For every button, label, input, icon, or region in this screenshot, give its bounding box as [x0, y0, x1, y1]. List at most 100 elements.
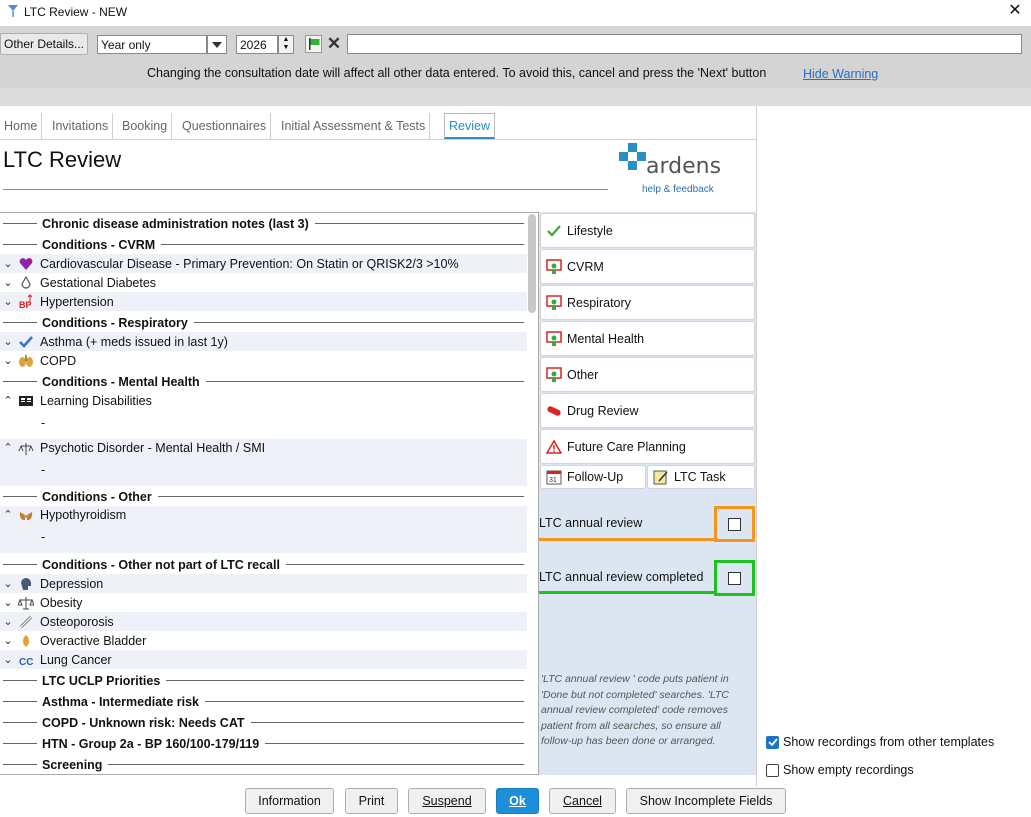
- show-other-templates-checkbox[interactable]: [766, 735, 779, 749]
- section-mental-health: Conditions - Mental Health: [42, 374, 200, 389]
- section-uclp-priorities: LTC UCLP Priorities: [42, 673, 161, 688]
- list-item-label: Depression: [40, 576, 104, 591]
- nav-lifestyle-button[interactable]: Lifestyle: [540, 213, 755, 248]
- nav-drug-review-button[interactable]: Drug Review: [540, 393, 755, 428]
- other-details-button[interactable]: Other Details...: [0, 33, 88, 55]
- ardens-logo[interactable]: ardens help & feedback: [616, 142, 724, 198]
- chevron-down-icon[interactable]: ⌄: [0, 276, 16, 289]
- nav-cvrm-button[interactable]: CVRM: [540, 249, 755, 284]
- chevron-down-icon[interactable]: ⌄: [0, 257, 16, 270]
- list-item[interactable]: ⌄! Cardiovascular Disease - Primary Preve…: [0, 254, 527, 273]
- list-item[interactable]: ⌄ Overactive Bladder: [0, 631, 527, 650]
- show-empty-option[interactable]: Show empty recordings: [766, 763, 914, 777]
- list-scrollbar[interactable]: [528, 214, 536, 313]
- list-item-label: COPD: [40, 353, 77, 368]
- annual-review-checkbox[interactable]: [728, 518, 741, 531]
- tab-home[interactable]: Home: [0, 113, 43, 139]
- show-other-templates-option[interactable]: Show recordings from other templates: [766, 735, 994, 749]
- list-item-label: Gestational Diabetes: [40, 275, 157, 290]
- year-stepper[interactable]: ▲ ▼: [278, 35, 294, 54]
- chevron-down-icon[interactable]: ⌄: [0, 295, 16, 308]
- section-header: COPD - Unknown risk: Needs CAT: [0, 713, 524, 732]
- list-item[interactable]: ⌃ Psychotic Disorder - Mental Health / SM…: [0, 439, 527, 486]
- annual-review-highlight: [539, 538, 715, 541]
- clear-icon[interactable]: ✕: [325, 34, 343, 53]
- chevron-down-icon[interactable]: ⌄: [0, 596, 16, 609]
- list-item[interactable]: ⌄ CC Lung Cancer: [0, 650, 527, 669]
- heart-icon: !: [16, 256, 36, 272]
- chevron-down-icon[interactable]: ⌄: [0, 634, 16, 647]
- nav-respiratory-button[interactable]: Respiratory: [540, 285, 755, 320]
- year-input[interactable]: 2026: [236, 35, 278, 54]
- alert-monitor-icon: [545, 366, 563, 384]
- section-header: Conditions - Other not part of LTC recal…: [0, 555, 524, 574]
- tab-booking[interactable]: Booking: [118, 113, 173, 139]
- nav-respiratory-label: Respiratory: [567, 295, 631, 310]
- annual-review-completed-label: LTC annual review completed: [539, 570, 704, 584]
- nav-follow-up-button[interactable]: 31 Follow-Up: [540, 465, 646, 489]
- tab-initial-assessment[interactable]: Initial Assessment & Tests: [277, 113, 431, 139]
- list-item-label: Hypothyroidism: [40, 508, 127, 522]
- tab-review[interactable]: Review: [444, 113, 495, 139]
- nav-future-care-button[interactable]: Future Care Planning: [540, 429, 755, 464]
- chevron-up-icon[interactable]: ⌃: [0, 441, 16, 454]
- information-button[interactable]: Information: [245, 788, 334, 814]
- detail-value: -: [41, 530, 46, 544]
- show-incomplete-button[interactable]: Show Incomplete Fields: [626, 788, 786, 814]
- annual-review-completed-highlight: [539, 591, 715, 594]
- period-select-value: Year only: [101, 37, 151, 52]
- list-item[interactable]: ⌄ Asthma (+ meds issued in last 1y): [0, 332, 527, 351]
- show-empty-checkbox[interactable]: [766, 763, 779, 777]
- nav-ltc-task-label: LTC Task: [674, 470, 726, 484]
- nav-cvrm-label: CVRM: [567, 259, 604, 274]
- chevron-down-icon[interactable]: ⌄: [0, 335, 16, 348]
- nav-drug-review-label: Drug Review: [567, 403, 639, 418]
- chevron-up-icon[interactable]: ⌃: [0, 394, 16, 407]
- section-header: Screening: [0, 755, 524, 774]
- chevron-down-icon[interactable]: [207, 35, 227, 54]
- nav-ltc-task-button[interactable]: LTC Task: [647, 465, 755, 489]
- list-item[interactable]: ⌃ Hypothyroidism -: [0, 506, 527, 553]
- hide-warning-link[interactable]: Hide Warning: [803, 67, 878, 81]
- list-item[interactable]: ⌄ COPD: [0, 351, 527, 370]
- list-item-label: Hypertension: [40, 294, 114, 309]
- separator-bar: [0, 88, 1031, 106]
- tab-questionnaires[interactable]: Questionnaires: [178, 113, 272, 139]
- section-header: Asthma - Intermediate risk: [0, 692, 524, 711]
- list-item[interactable]: ⌄ BP Hypertension: [0, 292, 527, 311]
- print-button[interactable]: Print: [345, 788, 398, 814]
- nav-other-button[interactable]: Other: [540, 357, 755, 392]
- suspend-button[interactable]: Suspend: [408, 788, 486, 814]
- ok-button[interactable]: Ok: [496, 788, 539, 814]
- close-icon[interactable]: ✕: [1005, 2, 1025, 22]
- cancel-button[interactable]: Cancel: [549, 788, 616, 814]
- list-item[interactable]: ⌄ Obesity: [0, 593, 527, 612]
- section-header: LTC UCLP Priorities: [0, 671, 524, 690]
- head-icon: [16, 576, 36, 592]
- show-other-templates-label: Show recordings from other templates: [783, 735, 995, 749]
- flag-icon[interactable]: [305, 35, 322, 53]
- chevron-down-icon[interactable]: ⌄: [0, 615, 16, 628]
- tab-invitations[interactable]: Invitations: [48, 113, 114, 139]
- svg-text:CC: CC: [19, 657, 33, 666]
- help-feedback-link[interactable]: help & feedback: [642, 184, 714, 195]
- list-item[interactable]: ⌄ Depression: [0, 574, 527, 593]
- period-select[interactable]: Year only: [97, 35, 207, 54]
- list-item[interactable]: ⌄ Gestational Diabetes: [0, 273, 527, 292]
- chevron-down-icon[interactable]: ⌄: [0, 354, 16, 367]
- list-item[interactable]: ⌄ Osteoporosis: [0, 612, 527, 631]
- free-text-input[interactable]: [347, 34, 1022, 54]
- chevron-down-icon[interactable]: ⌄: [0, 577, 16, 590]
- section-header: Chronic disease administration notes (la…: [0, 214, 524, 233]
- list-item[interactable]: ⌃ Learning Disabilities: [0, 391, 527, 410]
- section-htn-group: HTN - Group 2a - BP 160/100-179/119: [42, 736, 260, 751]
- alert-monitor-icon: [545, 330, 563, 348]
- tab-divider: [0, 139, 757, 140]
- list-item-label: Cardiovascular Disease - Primary Prevent…: [40, 256, 459, 271]
- chevron-down-icon[interactable]: ⌄: [0, 653, 16, 666]
- annual-review-completed-checkbox[interactable]: [728, 572, 741, 585]
- app-logo-icon: [8, 5, 18, 17]
- nav-mental-health-button[interactable]: Mental Health: [540, 321, 755, 356]
- alert-monitor-icon: [545, 294, 563, 312]
- chevron-up-icon[interactable]: ⌃: [0, 508, 16, 521]
